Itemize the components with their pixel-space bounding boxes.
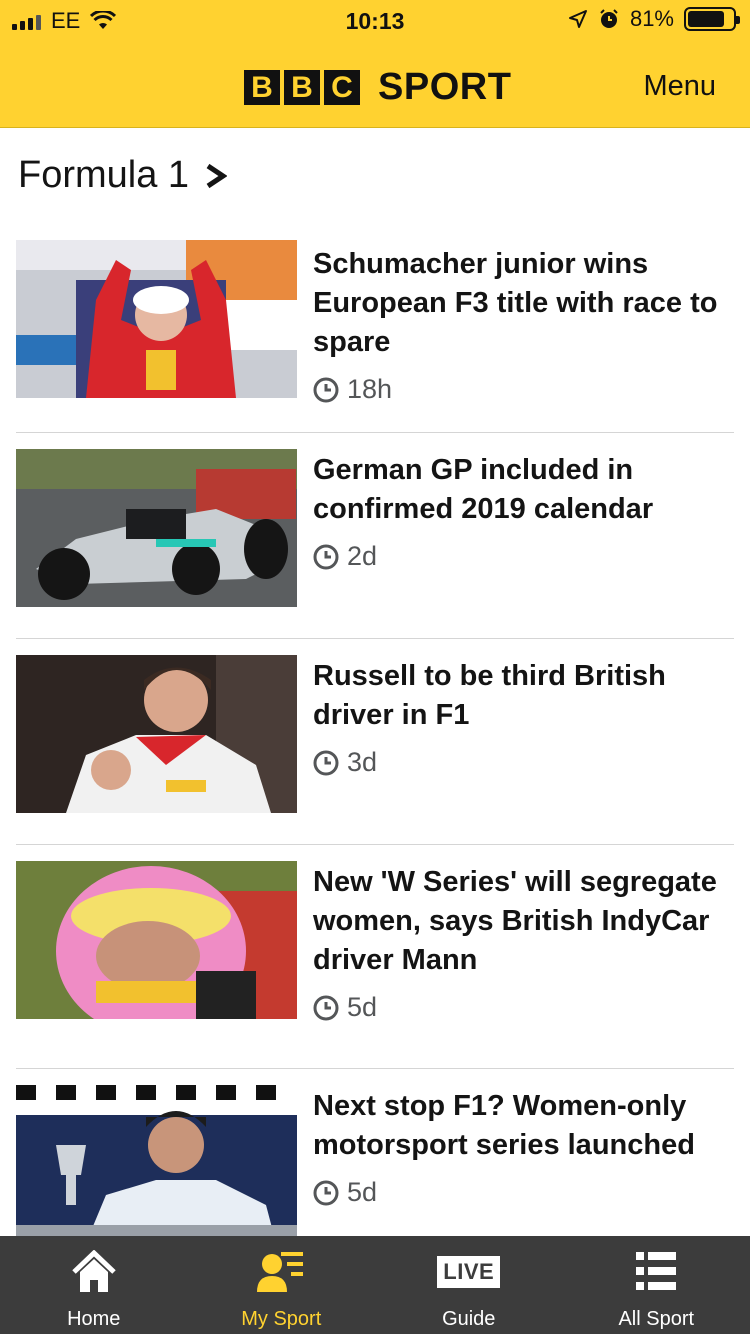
status-bar: EE 10:13 81% — [0, 0, 750, 40]
live-icon: LIVE — [437, 1256, 501, 1288]
article-headline: New 'W Series' will segregate women, say… — [313, 866, 717, 976]
article-headline: German GP included in confirmed 2019 cal… — [313, 454, 654, 525]
article-age: 5d — [347, 1177, 378, 1207]
tab-guide[interactable]: LIVE Guide — [375, 1236, 563, 1334]
article-content: New 'W Series' will segregate women, say… — [313, 861, 734, 1023]
article-meta: 5d — [313, 1177, 734, 1208]
house-icon — [72, 1250, 116, 1292]
article-item[interactable]: Schumacher junior wins European F3 title… — [16, 240, 734, 433]
f1-car-photo-icon — [16, 449, 297, 607]
article-headline: Russell to be third British driver in F1 — [313, 660, 666, 731]
article-meta: 5d — [313, 992, 734, 1023]
logo-word: SPORT — [378, 66, 512, 108]
article-list: Schumacher junior wins European F3 title… — [16, 240, 734, 1311]
article-headline: Schumacher junior wins European F3 title… — [313, 248, 718, 358]
location-arrow-icon — [568, 10, 587, 28]
logo-letter-b2: B — [284, 70, 320, 105]
battery-fill — [688, 11, 724, 27]
article-content: German GP included in confirmed 2019 cal… — [313, 449, 734, 572]
clock-icon — [313, 1180, 339, 1205]
chevron-right-icon — [206, 163, 228, 188]
article-age: 18h — [347, 374, 393, 404]
article-age: 2d — [347, 541, 378, 571]
article-content: Russell to be third British driver in F1… — [313, 655, 734, 778]
tab-home[interactable]: Home — [0, 1236, 188, 1334]
article-headline: Next stop F1? Women-only motorsport seri… — [313, 1090, 695, 1161]
section-header[interactable]: Formula 1 — [18, 154, 228, 197]
status-right: 81% — [568, 6, 740, 32]
driver-helmet-photo-icon — [16, 861, 297, 1019]
battery-icon — [684, 7, 740, 31]
article-meta: 2d — [313, 541, 734, 572]
article-thumbnail — [16, 1085, 297, 1243]
section-title: Formula 1 — [18, 154, 190, 196]
driver-celebrating-photo-icon — [16, 655, 297, 813]
tab-all-sport[interactable]: All Sport — [563, 1236, 750, 1334]
article-thumbnail — [16, 861, 297, 1019]
tab-my-sport[interactable]: My Sport — [188, 1236, 376, 1334]
article-meta: 3d — [313, 747, 734, 778]
clock-icon — [313, 995, 339, 1020]
clock-icon — [313, 544, 339, 569]
logo-letter-c: C — [324, 70, 360, 105]
article-item[interactable]: Russell to be third British driver in F1… — [16, 655, 734, 845]
article-meta: 18h — [313, 374, 734, 405]
list-icon — [636, 1252, 677, 1290]
top-bar: EE 10:13 81% B B C SPORT Menu — [0, 0, 750, 128]
tab-all-sport-label: All Sport — [618, 1308, 695, 1330]
tab-my-sport-label: My Sport — [241, 1308, 322, 1330]
bbc-sport-logo[interactable]: B B C SPORT — [244, 66, 511, 109]
article-thumbnail — [16, 449, 297, 607]
article-content: Next stop F1? Women-only motorsport seri… — [313, 1085, 734, 1208]
article-content: Schumacher junior wins European F3 title… — [313, 240, 734, 405]
clock-icon — [313, 750, 339, 775]
driver-podium-photo-icon — [16, 240, 297, 398]
bottom-nav: Home My Sport LIVE Guide All Sport — [0, 1236, 750, 1334]
tab-guide-label: Guide — [442, 1308, 496, 1330]
article-item[interactable]: New 'W Series' will segregate women, say… — [16, 861, 734, 1069]
tab-home-label: Home — [67, 1308, 121, 1330]
clock-icon — [313, 377, 339, 402]
menu-button[interactable]: Menu — [643, 70, 716, 103]
driver-trophy-photo-icon — [16, 1085, 297, 1243]
alarm-icon — [600, 9, 618, 28]
article-age: 3d — [347, 747, 378, 777]
article-age: 5d — [347, 992, 378, 1022]
article-thumbnail — [16, 655, 297, 813]
battery-percent: 81% — [629, 6, 674, 31]
my-sport-icon — [257, 1252, 304, 1292]
article-item[interactable]: German GP included in confirmed 2019 cal… — [16, 449, 734, 639]
logo-letter-b1: B — [244, 70, 280, 105]
article-thumbnail — [16, 240, 297, 398]
